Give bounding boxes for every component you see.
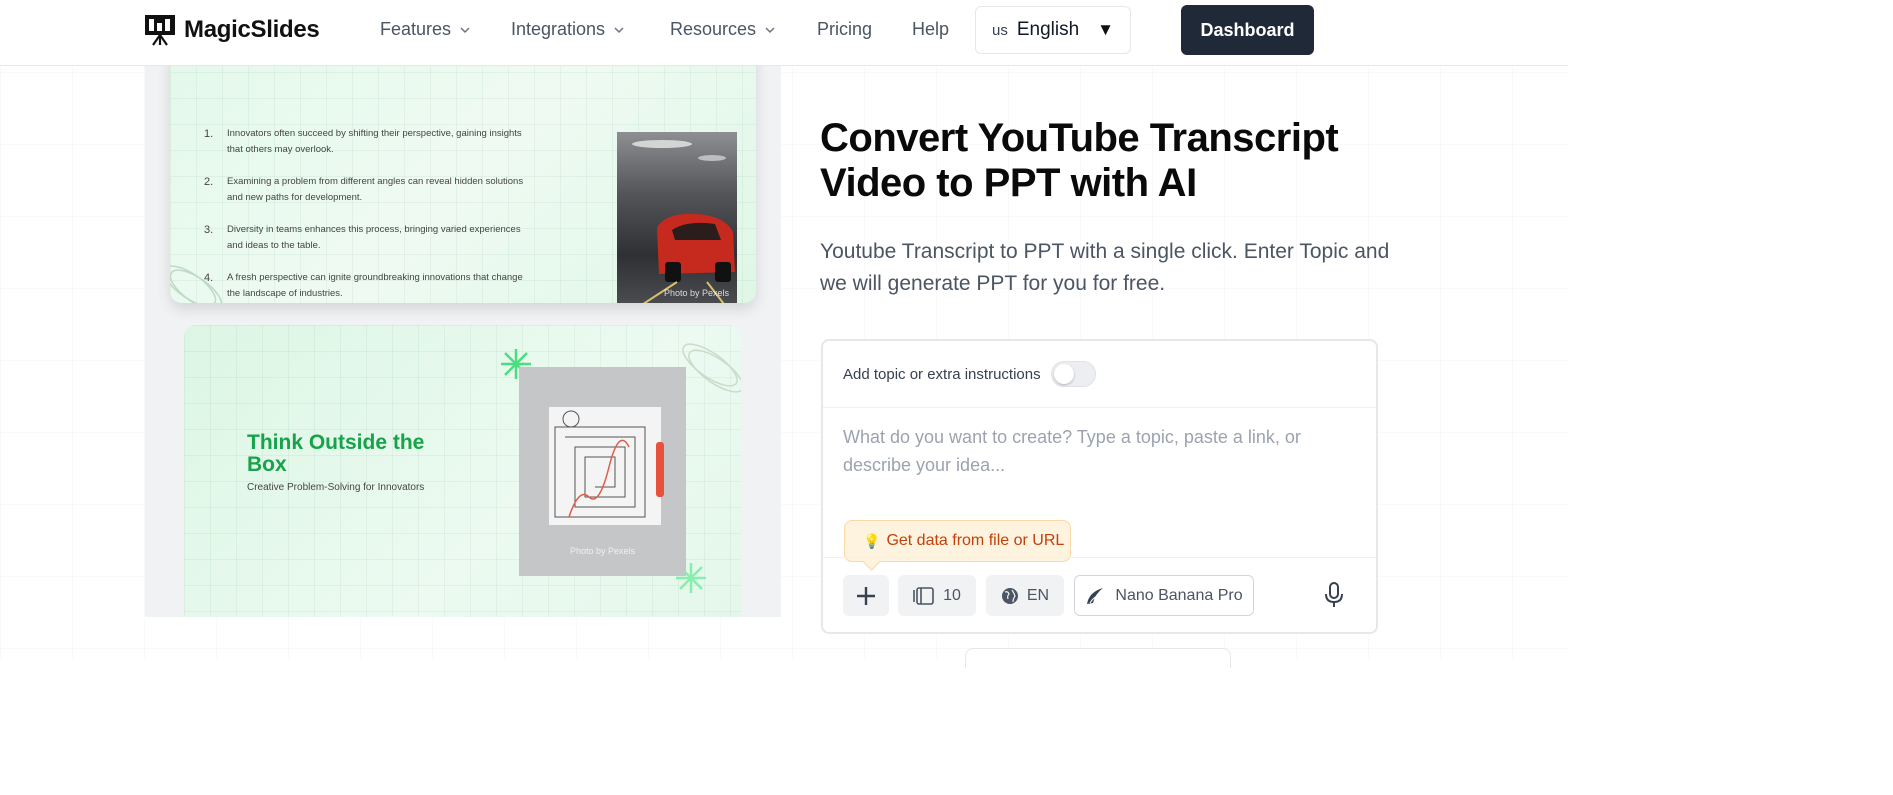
slide-bullet: 2. Examining a problem from different an… — [204, 176, 524, 203]
language-select[interactable]: us English ▼ — [975, 6, 1131, 54]
nav-item-label: Pricing — [817, 19, 873, 39]
slide-bullet: 3. Diversity in teams enhances this proc… — [204, 224, 521, 251]
car-image-icon — [632, 140, 735, 303]
extra-instructions-toggle[interactable] — [1050, 361, 1096, 387]
nav-item-label: Resources — [670, 19, 757, 39]
plus-icon — [857, 586, 875, 605]
language-button[interactable]: EN — [986, 575, 1064, 616]
toggle-knob — [1053, 364, 1074, 384]
caret-down-icon: ▼ — [1097, 20, 1114, 39]
preview-slide-1: 1. Innovators often succeed by shifting … — [170, 66, 756, 303]
chevron-down-icon — [614, 26, 624, 33]
nav-item-pricing[interactable]: Pricing — [817, 19, 872, 40]
slides-icon — [913, 586, 934, 605]
top-nav: MagicSlides Features Integrations Resour… — [0, 0, 1568, 66]
language-code: EN — [1026, 586, 1050, 604]
slide-preview-panel: 1. Innovators often succeed by shifting … — [145, 66, 781, 617]
slide-count-value: 10 — [943, 586, 961, 604]
nav-item-help[interactable]: Help — [912, 19, 949, 40]
car-photo: Photo by Pexels — [617, 132, 737, 303]
lightbulb-icon: 💡 — [863, 532, 881, 549]
composer-header: Add topic or extra instructions — [823, 341, 1376, 408]
slide-bullet: 1. Innovators often succeed by shifting … — [204, 128, 522, 155]
preview-slide-2: Think Outside the Box Creative Problem-S… — [184, 325, 741, 617]
data-tip-label: Get data from file or URL — [886, 532, 1065, 549]
page-title: Convert YouTube Transcript Video to PPT … — [820, 116, 1339, 205]
prompt-composer: Add topic or extra instructions 💡 Get da… — [821, 339, 1378, 634]
nav-item-label: Features — [380, 19, 452, 39]
below-fold-card — [965, 648, 1231, 668]
nav-item-resources[interactable]: Resources — [670, 19, 776, 40]
microphone-icon[interactable] — [1323, 581, 1345, 609]
slide-count-button[interactable]: 10 — [898, 575, 976, 616]
banana-icon — [1087, 587, 1106, 604]
nav-item-integrations[interactable]: Integrations — [511, 19, 625, 40]
nav-item-label: Integrations — [511, 19, 606, 39]
page-subtitle: Youtube Transcript to PPT with a single … — [820, 240, 1390, 295]
toggle-label: Add topic or extra instructions — [843, 365, 1041, 383]
logo-text: MagicSlides — [184, 16, 320, 43]
nav-item-features[interactable]: Features — [380, 19, 471, 40]
language-label: English — [1016, 19, 1080, 40]
slide-bullet: 4. A fresh perspective can ignite ground… — [204, 272, 523, 299]
chevron-down-icon — [460, 26, 470, 33]
flag-icon: us — [992, 21, 1008, 39]
get-data-from-file-button[interactable]: 💡 Get data from file or URL — [844, 520, 1071, 562]
photo-credit: Photo by Pexels — [663, 288, 729, 298]
prompt-input[interactable] — [843, 423, 1343, 493]
presentation-logo-icon — [145, 15, 175, 46]
nav-item-label: Help — [912, 19, 950, 39]
chevron-down-icon — [765, 26, 775, 33]
model-select-button[interactable]: Nano Banana Pro — [1074, 575, 1254, 616]
slide-subtitle: Creative Problem-Solving for Innovators — [247, 482, 425, 493]
slide-title: Think Outside the Box — [247, 431, 425, 476]
dashboard-button[interactable]: Dashboard — [1181, 5, 1314, 55]
add-attachment-button[interactable] — [843, 575, 889, 616]
photo-credit: Photo by Pexels — [569, 546, 636, 556]
maze-image-icon — [549, 407, 664, 525]
maze-photo: Photo by Pexels — [519, 367, 686, 576]
model-label: Nano Banana Pro — [1115, 586, 1243, 604]
globe-icon — [1001, 587, 1018, 604]
logo[interactable]: MagicSlides — [144, 14, 320, 46]
